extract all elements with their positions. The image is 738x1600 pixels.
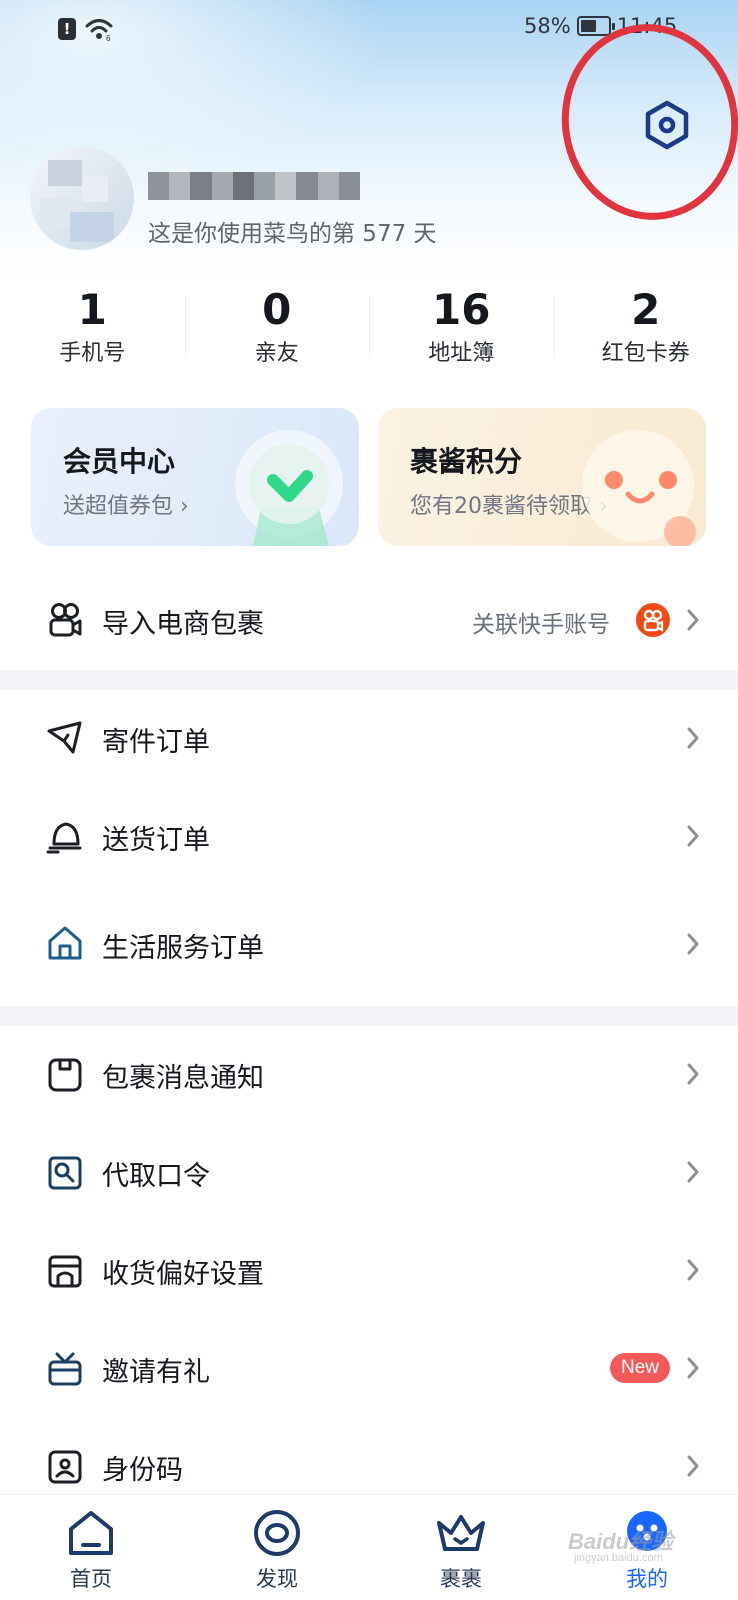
card-subtitle: 您有20裹酱待领取 ›: [410, 494, 608, 519]
stat-coupons[interactable]: 2 红包卡券: [553, 282, 738, 378]
chevron-right-icon: [687, 1063, 699, 1085]
member-heart-badge-icon: [235, 430, 343, 546]
card-subtitle: 送超值券包 ›: [63, 494, 189, 519]
tab-label: 我的: [626, 1567, 668, 1591]
package-notice-row[interactable]: 包裹消息通知: [0, 1026, 738, 1122]
stat-friends[interactable]: 0 亲友: [184, 282, 370, 378]
avatar-mosaic: [48, 160, 82, 186]
svg-text:6: 6: [106, 34, 111, 42]
new-badge: New: [610, 1353, 670, 1383]
tab-home[interactable]: 首页: [36, 1495, 146, 1600]
tab-label: 裹裹: [440, 1567, 482, 1591]
row-label: 包裹消息通知: [102, 1063, 264, 1094]
chevron-right-icon: [687, 1259, 699, 1281]
chevron-right-icon: [687, 609, 699, 631]
battery-percent: 58%: [524, 14, 571, 38]
gift-icon: [48, 1352, 82, 1386]
store-icon: [48, 1255, 82, 1288]
tab-discover[interactable]: 发现: [222, 1495, 332, 1600]
baidu-watermark-url: jingyan.baidu.com: [574, 1552, 663, 1564]
chevron-right-icon: [687, 825, 699, 847]
row-label: 代取口令: [102, 1161, 210, 1192]
stat-value: 0: [262, 285, 292, 334]
stat-label: 亲友: [254, 341, 299, 366]
battery-level: [580, 20, 596, 32]
stat-label: 地址簿: [428, 341, 495, 366]
stat-label: 红包卡券: [601, 341, 690, 366]
pickup-code-row[interactable]: 代取口令: [0, 1124, 738, 1220]
member-center-card[interactable]: 会员中心 送超值券包 ›: [31, 408, 359, 546]
section-divider: [0, 670, 738, 690]
invite-gift-row[interactable]: 邀请有礼 New: [0, 1320, 738, 1416]
tab-label: 首页: [70, 1567, 112, 1591]
row-label: 收货偏好设置: [102, 1259, 264, 1290]
row-label: 生活服务订单: [102, 933, 264, 964]
stat-value: 1: [77, 285, 107, 334]
avatar-mosaic: [82, 176, 108, 202]
chevron-right-icon: [687, 1161, 699, 1183]
delivery-orders-row[interactable]: 送货订单: [0, 788, 738, 884]
section-divider: [0, 1006, 738, 1026]
chevron-right-icon: [687, 1357, 699, 1379]
card-title: 裹酱积分: [410, 445, 523, 478]
chevron-right-icon: [687, 727, 699, 749]
guoguo-crown-tab-icon: [437, 1515, 485, 1551]
chevron-right-icon: [687, 933, 699, 955]
send-orders-row[interactable]: 寄件订单: [0, 690, 738, 786]
stat-phone[interactable]: 1 手机号: [0, 282, 185, 378]
row-label: 送货订单: [102, 825, 210, 856]
stat-value: 2: [631, 285, 661, 334]
avatar[interactable]: [30, 146, 134, 250]
pickup-code-icon: [48, 1156, 82, 1190]
discover-tab-icon: [254, 1510, 300, 1556]
points-card[interactable]: 裹酱积分 您有20裹酱待领取 ›: [378, 408, 706, 546]
row-label: 身份码: [102, 1455, 183, 1486]
life-service-orders-row[interactable]: 生活服务订单: [0, 896, 738, 992]
stat-label: 手机号: [59, 341, 126, 366]
username-blurred: [148, 172, 361, 200]
battery-icon: [576, 16, 615, 36]
package-notice-icon: [48, 1058, 82, 1092]
smiley-mascot-icon: [582, 430, 696, 546]
row-label: 寄件订单: [102, 727, 210, 758]
delivery-bell-icon: [46, 822, 82, 854]
import-package-icon: [49, 603, 82, 637]
alert-icon: !: [58, 18, 76, 40]
stat-value: 16: [432, 285, 491, 334]
usage-days-text: 这是你使用菜鸟的第 577 天: [148, 221, 437, 247]
stat-address-book[interactable]: 16 地址簿: [369, 282, 554, 378]
status-left: ! 6: [58, 16, 114, 42]
link-kuaishou-text: 关联快手账号: [472, 612, 610, 638]
card-title: 会员中心: [63, 445, 176, 478]
tab-guoguo[interactable]: 裹裹: [406, 1495, 516, 1600]
send-paper-plane-icon: [47, 721, 82, 754]
avatar-mosaic: [70, 212, 114, 242]
row-label: 导入电商包裹: [102, 609, 264, 640]
home-tab-icon: [69, 1511, 113, 1555]
home-icon: [48, 926, 82, 960]
row-label: 邀请有礼: [102, 1357, 210, 1388]
tab-label: 发现: [256, 1567, 298, 1591]
wifi-icon: 6: [85, 19, 113, 42]
kuaishou-logo-icon: [636, 603, 670, 637]
id-code-icon: [48, 1450, 82, 1484]
chevron-right-icon: [687, 1455, 699, 1477]
delivery-preference-row[interactable]: 收货偏好设置: [0, 1222, 738, 1318]
import-ecommerce-row[interactable]: 导入电商包裹 关联快手账号: [0, 572, 738, 668]
stats-bar: 1 手机号 0 亲友 16 地址簿 2 红包卡券: [0, 282, 738, 378]
